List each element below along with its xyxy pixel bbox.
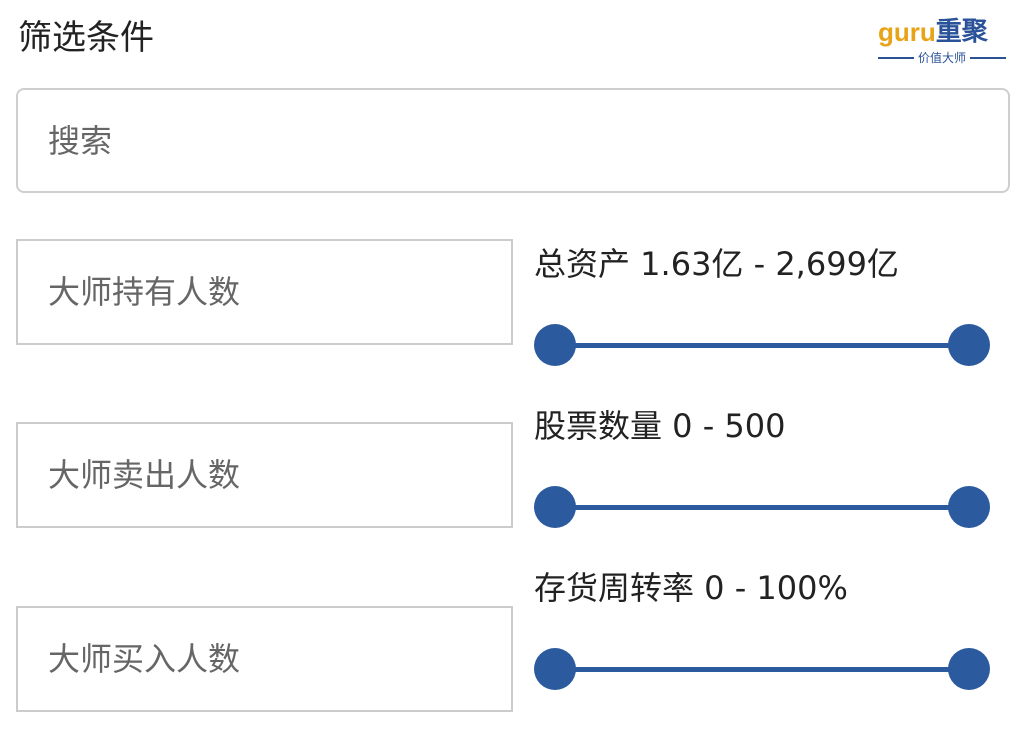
total-assets-slider[interactable] <box>534 324 990 368</box>
share-count-slider[interactable] <box>534 486 990 530</box>
guru-buyers-count-input[interactable] <box>16 606 513 712</box>
slider-min-handle[interactable] <box>534 486 576 528</box>
slider-track <box>556 505 968 510</box>
search-input[interactable] <box>16 88 1010 193</box>
share-count-range-label: 股票数量 0 - 500 <box>534 407 786 445</box>
page-title: 筛选条件 <box>18 18 154 58</box>
guru-sellers-count-input[interactable] <box>16 422 513 528</box>
logo-divider-right <box>970 57 1007 59</box>
gurufocus-logo: guru 重聚 价值大师 <box>878 12 1007 66</box>
inventory-turnover-slider[interactable] <box>534 648 990 692</box>
slider-max-handle[interactable] <box>948 324 990 366</box>
filter-panel: 筛选条件 guru 重聚 价值大师 总资产 1.63亿 - 2,699亿 股票数… <box>0 0 1024 747</box>
logo-tagline-row: 价值大师 <box>878 50 1007 66</box>
inventory-turnover-range-label: 存货周转率 0 - 100% <box>534 569 848 607</box>
guru-holders-count-input[interactable] <box>16 239 513 345</box>
slider-max-handle[interactable] <box>948 486 990 528</box>
logo-divider-left <box>878 57 914 59</box>
slider-track <box>556 667 968 672</box>
slider-min-handle[interactable] <box>534 324 576 366</box>
slider-max-handle[interactable] <box>948 648 990 690</box>
logo-latin-text: guru <box>878 17 936 47</box>
slider-min-handle[interactable] <box>534 648 576 690</box>
slider-track <box>556 343 968 348</box>
logo-wordmark: guru 重聚 <box>878 12 988 52</box>
total-assets-range-label: 总资产 1.63亿 - 2,699亿 <box>534 245 899 283</box>
logo-tagline: 价值大师 <box>918 51 967 65</box>
logo-chinese-text: 重聚 <box>935 17 988 47</box>
